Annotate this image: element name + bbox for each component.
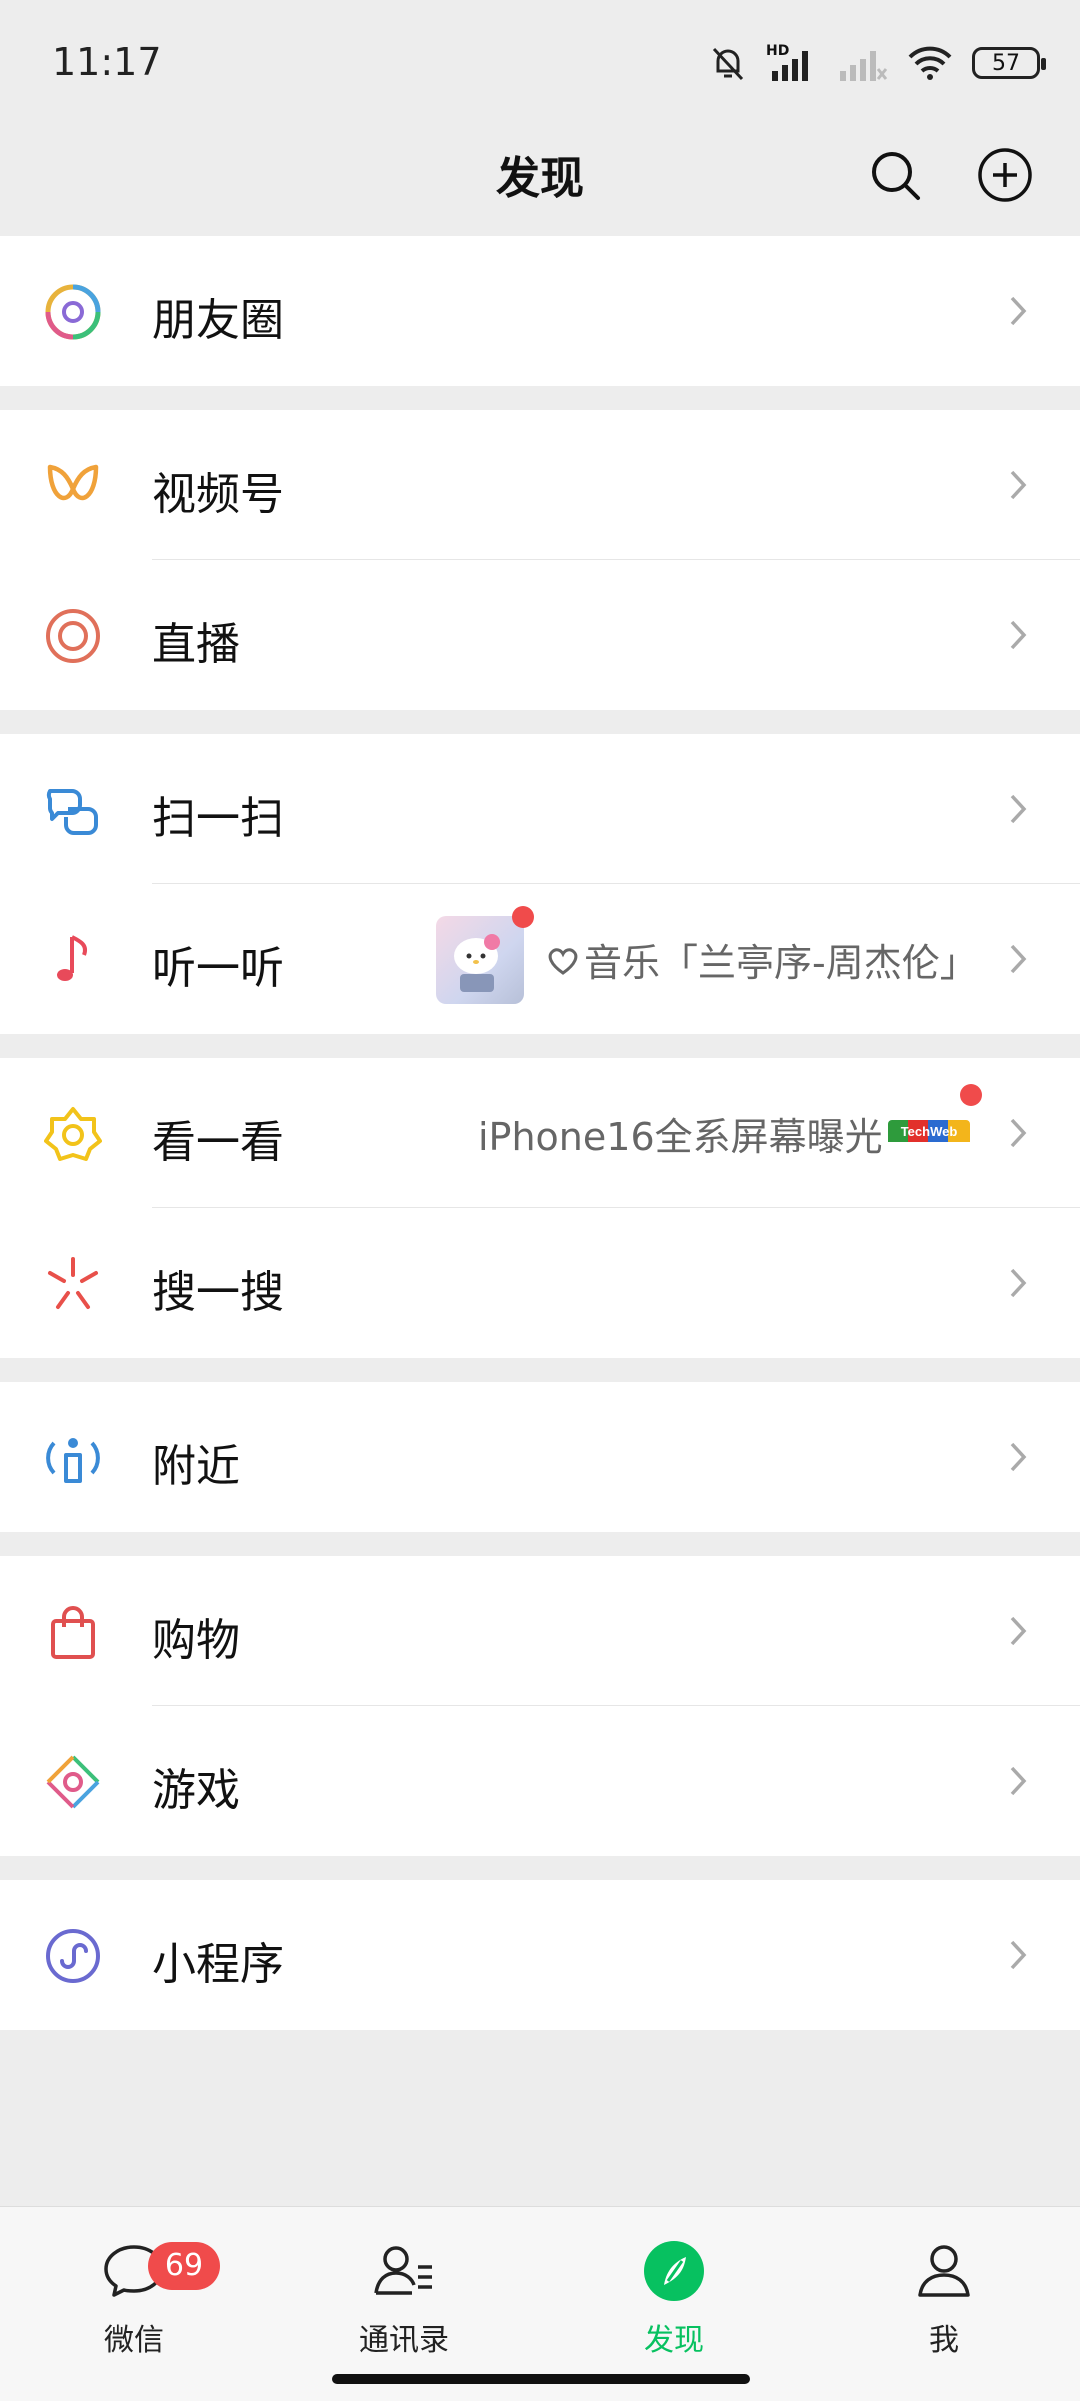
menu-item-games[interactable]: 游戏 (0, 1706, 1080, 1856)
menu-label: 附近 (152, 1441, 240, 1492)
shopping-bag-icon (51, 1606, 95, 1659)
menu-label: 看一看 (152, 1117, 284, 1168)
menu-item-shopping[interactable]: 购物 (0, 1556, 1080, 1706)
scan-icon (46, 789, 98, 835)
bottom-tab-bar: 微信 通讯录 发现 我 (0, 2206, 1080, 2401)
chevron-right-icon (1010, 944, 1027, 974)
signal-icon: HD (766, 43, 820, 83)
menu-label: 游戏 (152, 1765, 240, 1816)
menu-label: 购物 (152, 1615, 240, 1666)
menu-label: 小程序 (152, 1939, 284, 1990)
battery-level: 57 (992, 50, 1020, 76)
menu-label: 朋友圈 (152, 295, 284, 346)
menu-group-scan: 扫一扫 听一听 音乐「兰亭序-周杰伦」 (0, 734, 1080, 1034)
tab-me[interactable]: 我 (844, 2227, 1044, 2358)
status-bar: 11:17 HD 57 (0, 0, 1080, 120)
status-time: 11:17 (52, 40, 162, 84)
new-dot (960, 1084, 982, 1106)
tab-label: 发现 (644, 2323, 704, 2358)
menu-item-moments[interactable]: 朋友圈 (0, 236, 1080, 386)
techweb-logo-text: TechWeb (901, 1124, 958, 1139)
heart-icon (548, 948, 578, 975)
menu-group-nearby: 附近 (0, 1382, 1080, 1532)
wifi-icon (908, 46, 952, 80)
tab-discover[interactable]: 发现 (574, 2227, 774, 2358)
status-icons: HD 57 (708, 38, 1046, 88)
music-note-icon (57, 935, 87, 981)
live-icon (46, 609, 100, 663)
menu-label: 直播 (152, 619, 240, 670)
nearby-icon (46, 1438, 100, 1483)
chevron-right-icon (1010, 1442, 1027, 1472)
tab-contacts[interactable]: 通讯录 (304, 2227, 504, 2358)
menu-group-topstories: 看一看 iPhone16全系屏幕曝光 TechWeb 搜一搜 (0, 1058, 1080, 1358)
contacts-icon (374, 2246, 432, 2295)
menu-item-listen[interactable]: 听一听 音乐「兰亭序-周杰伦」 (0, 884, 1080, 1034)
chevron-right-icon (1010, 620, 1027, 650)
search-sparkle-icon (48, 1257, 98, 1309)
menu-label: 搜一搜 (152, 1267, 284, 1318)
topstories-headline: iPhone16全系屏幕曝光 (478, 1115, 883, 1159)
bell-muted-icon (712, 47, 744, 81)
signal-weak-icon (840, 51, 888, 81)
chevron-right-icon (1010, 1766, 1027, 1796)
channels-icon (47, 464, 99, 501)
chevron-right-icon (1010, 1616, 1027, 1646)
tab-label: 我 (929, 2323, 959, 2358)
tab-label: 通讯录 (359, 2323, 449, 2358)
menu-item-channels[interactable]: 视频号 (0, 410, 1080, 560)
chevron-right-icon (1010, 1118, 1027, 1148)
search-icon (872, 152, 920, 200)
menu-label: 听一听 (152, 943, 284, 994)
menu-item-scan[interactable]: 扫一扫 (0, 734, 1080, 884)
techweb-logo: TechWeb (888, 1120, 970, 1150)
home-indicator[interactable] (332, 2374, 750, 2384)
chevron-right-icon (1010, 296, 1027, 326)
plus-circle-icon (978, 148, 1032, 202)
compass-icon (644, 2241, 704, 2301)
hello-kitty-image (454, 934, 500, 992)
unread-badge: 69 (148, 2242, 220, 2290)
network-type-label: HD (766, 43, 790, 59)
menu-group-shopping: 购物 游戏 (0, 1556, 1080, 1856)
menu-item-search[interactable]: 搜一搜 (0, 1208, 1080, 1358)
topstories-icon (44, 1107, 102, 1161)
menu-item-nearby[interactable]: 附近 (0, 1382, 1080, 1532)
album-thumbnail (436, 916, 524, 1004)
add-button[interactable] (972, 142, 1038, 208)
moments-icon (45, 284, 101, 340)
battery-icon: 57 (972, 47, 1046, 79)
games-icon (46, 1755, 100, 1809)
tab-label: 微信 (104, 2323, 164, 2358)
new-dot (512, 906, 534, 928)
menu-group-moments: 朋友圈 (0, 236, 1080, 386)
header: 发现 (0, 120, 1080, 236)
menu-item-live[interactable]: 直播 (0, 560, 1080, 710)
menu-label: 视频号 (152, 469, 284, 520)
menu-group-channels: 视频号 直播 (0, 410, 1080, 710)
chevron-right-icon (1010, 470, 1027, 500)
chevron-right-icon (1010, 794, 1027, 824)
search-button[interactable] (862, 142, 928, 208)
listen-now-playing: 音乐「兰亭序-周杰伦」 (584, 941, 978, 985)
miniprogram-icon (46, 1929, 100, 1983)
menu-label: 扫一扫 (152, 793, 284, 844)
menu-group-miniprograms: 小程序 (0, 1880, 1080, 2030)
chevron-right-icon (1010, 1268, 1027, 1298)
person-icon (918, 2245, 970, 2297)
menu-item-miniprograms[interactable]: 小程序 (0, 1880, 1080, 2030)
menu-item-topstories[interactable]: 看一看 iPhone16全系屏幕曝光 TechWeb (0, 1058, 1080, 1208)
chevron-right-icon (1010, 1940, 1027, 1970)
